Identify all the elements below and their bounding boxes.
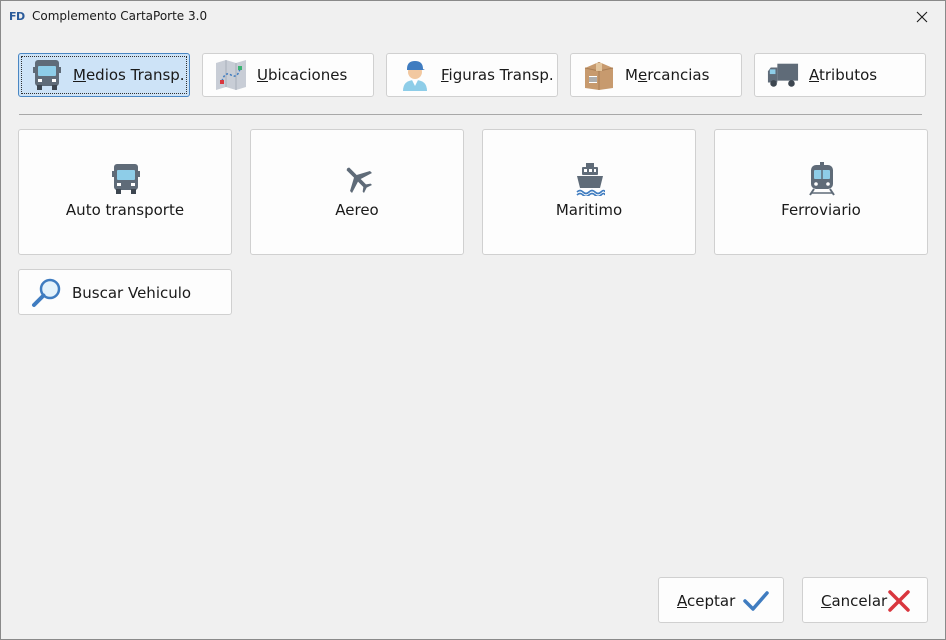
maritimo-button[interactable]: Maritimo <box>482 129 696 255</box>
tab-mercancias[interactable]: Mercancias <box>570 53 742 97</box>
window-title: Complemento CartaPorte 3.0 <box>32 9 208 23</box>
aereo-button[interactable]: Aereo <box>250 129 464 255</box>
dialog-window: FD Complemento CartaPorte 3.0 Medios Tra… <box>0 0 946 640</box>
airplane-icon <box>342 162 374 196</box>
x-icon <box>887 589 913 613</box>
mode-label: Maritimo <box>555 201 623 219</box>
cancelar-button[interactable]: Cancelar <box>802 577 928 623</box>
mode-label: Aereo <box>335 201 379 219</box>
ferroviario-button[interactable]: Ferroviario <box>714 129 928 255</box>
mode-label: Auto transporte <box>65 201 185 219</box>
aceptar-button[interactable]: Aceptar <box>658 577 784 623</box>
tab-label: Mercancias <box>625 66 710 84</box>
separator <box>19 114 922 115</box>
tab-atributos[interactable]: Atributos <box>754 53 926 97</box>
ship-icon <box>574 162 606 196</box>
package-icon <box>583 59 615 91</box>
auto-transporte-button[interactable]: Auto transporte <box>18 129 232 255</box>
mode-label: Ferroviario <box>781 201 861 219</box>
bus-icon <box>110 162 142 196</box>
tab-label: Figuras Transp. <box>441 66 554 84</box>
person-icon <box>399 59 431 91</box>
app-logo-icon: FD <box>9 10 25 23</box>
delivery-truck-icon <box>767 59 799 91</box>
map-icon <box>215 59 247 91</box>
close-icon <box>916 11 928 22</box>
tab-medios-transp[interactable]: Medios Transp. <box>18 53 190 97</box>
search-button-label: Buscar Vehiculo <box>72 284 192 302</box>
tab-label: Ubicaciones <box>257 66 348 84</box>
checkmark-icon <box>743 589 769 613</box>
close-button[interactable] <box>899 1 945 32</box>
tab-label: Medios Transp. <box>73 66 185 84</box>
cancelar-label: Cancelar <box>821 592 888 610</box>
buscar-vehiculo-button[interactable]: Buscar Vehiculo <box>18 269 232 315</box>
tab-figuras-transp[interactable]: Figuras Transp. <box>386 53 558 97</box>
aceptar-label: Aceptar <box>677 592 736 610</box>
tab-ubicaciones[interactable]: Ubicaciones <box>202 53 374 97</box>
magnifier-icon <box>31 277 63 309</box>
tab-label: Atributos <box>809 66 878 84</box>
title-bar: FD Complemento CartaPorte 3.0 <box>1 1 945 32</box>
train-icon <box>806 162 838 196</box>
truck-icon <box>31 59 63 91</box>
